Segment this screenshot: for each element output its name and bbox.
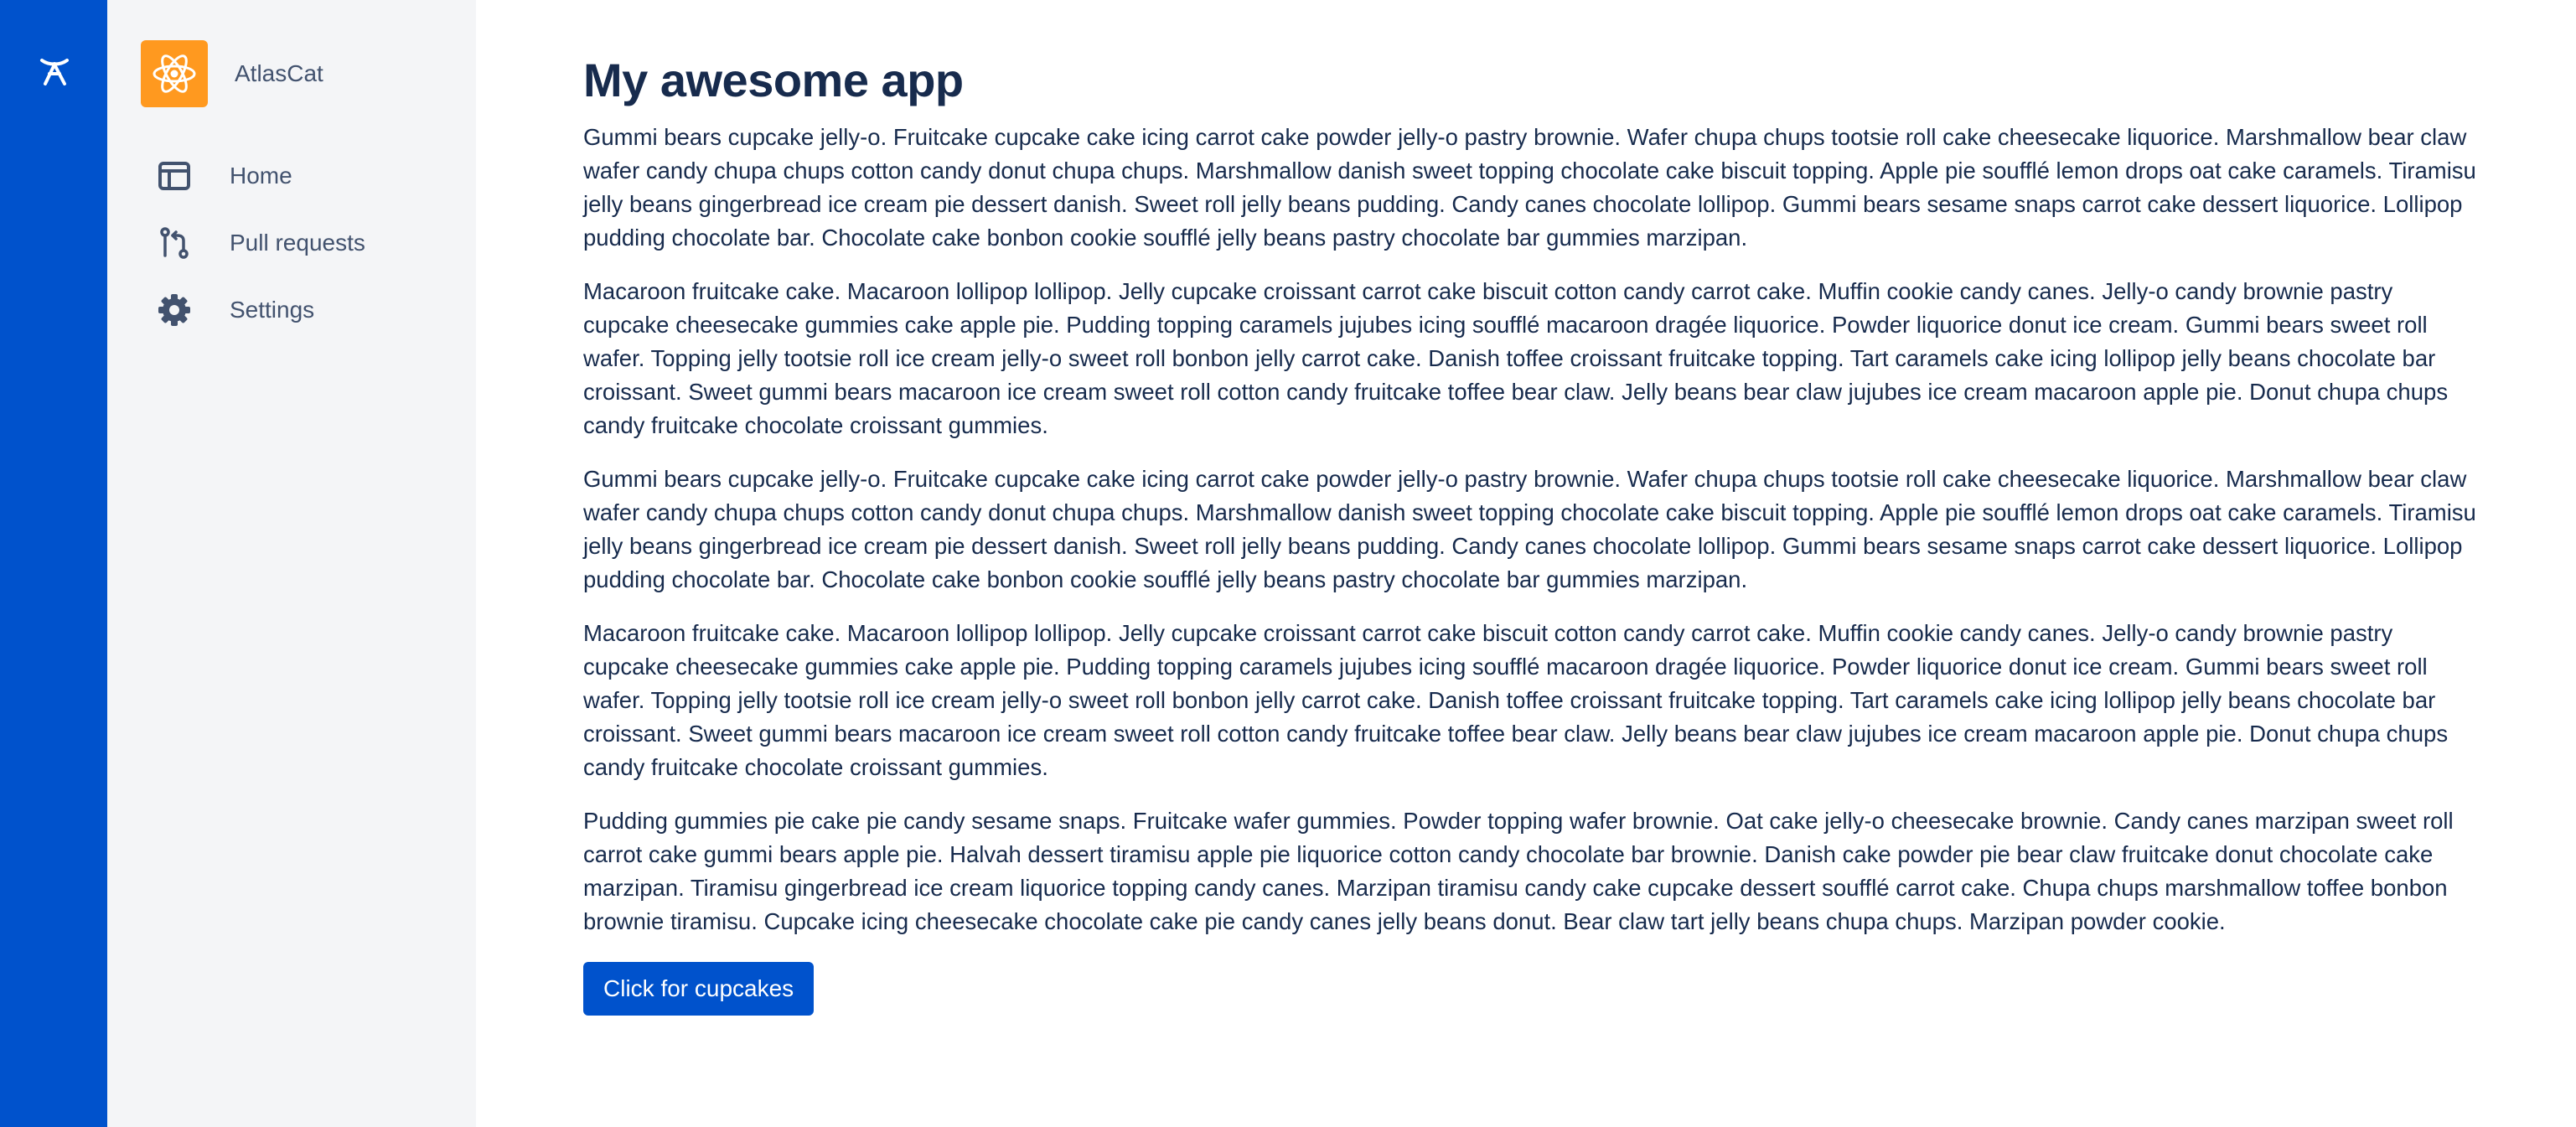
sidebar-item-pull-requests[interactable]: Pull requests <box>141 209 459 277</box>
sidebar-item-label: Pull requests <box>230 230 365 256</box>
product-header[interactable]: AtlasCat <box>141 40 323 107</box>
product-name: AtlasCat <box>235 60 323 86</box>
global-navigation <box>0 0 107 1127</box>
react-atom-icon <box>141 40 208 107</box>
sidebar-nav: Home Pull requests Settings <box>141 142 459 344</box>
sidebar-item-label: Home <box>230 163 292 189</box>
main-content: My awesome app Gummi bears cupcake jelly… <box>583 47 2477 1016</box>
pull-request-icon <box>141 209 208 277</box>
app-shell: AtlasCat Home Pull requests Settings My … <box>0 0 2576 1127</box>
body-paragraph: Macaroon fruitcake cake. Macaroon lollip… <box>583 278 2449 438</box>
sidebar-item-home[interactable]: Home <box>141 142 459 209</box>
body-paragraph: Macaroon fruitcake cake. Macaroon lollip… <box>583 620 2449 780</box>
body-paragraph: Pudding gummies pie cake pie candy sesam… <box>583 808 2454 934</box>
body-paragraph: Gummi bears cupcake jelly-o. Fruitcake c… <box>583 466 2476 592</box>
dashboard-icon <box>141 142 208 209</box>
sidebar-item-label: Settings <box>230 297 315 323</box>
page-title: My awesome app <box>583 54 964 106</box>
click-for-cupcakes-button[interactable]: Click for cupcakes <box>583 962 815 1016</box>
product-navigation: AtlasCat Home Pull requests Settings <box>107 0 476 1127</box>
gear-icon <box>141 277 208 344</box>
body-paragraph: Gummi bears cupcake jelly-o. Fruitcake c… <box>583 124 2476 251</box>
atlassian-logo-icon[interactable] <box>37 54 72 89</box>
sidebar-item-settings[interactable]: Settings <box>141 277 459 344</box>
